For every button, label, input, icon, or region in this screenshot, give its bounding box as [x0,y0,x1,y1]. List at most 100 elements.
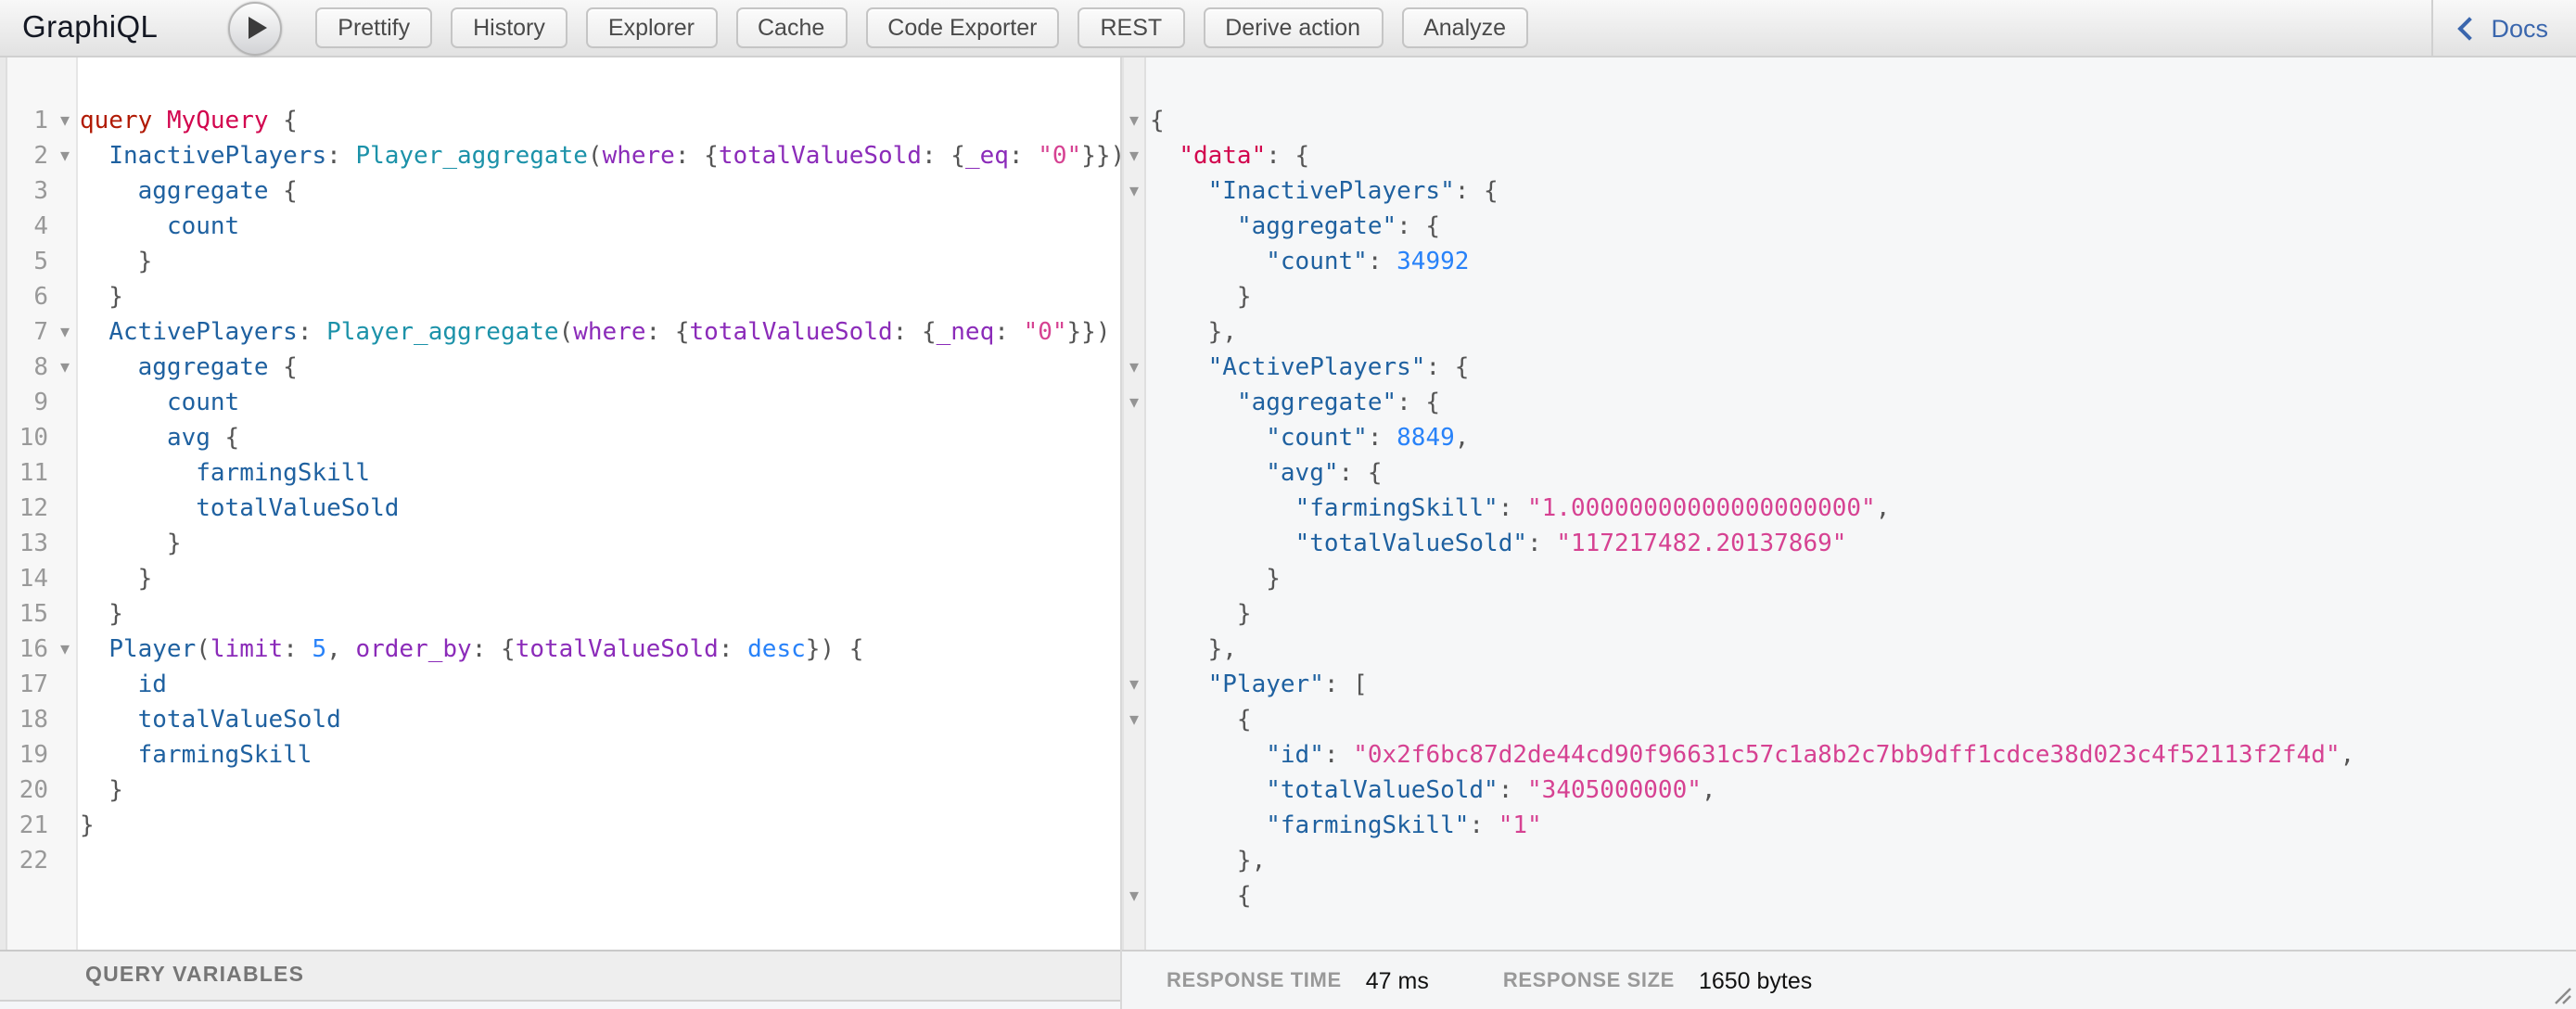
code-line: ▾ "Player": [ [1122,668,2576,703]
code-text: "data": { [1146,139,1309,174]
code-text: "farmingSkill": "1" [1146,809,1542,844]
fold-arrow-icon[interactable]: ▾ [1122,139,1146,174]
code-line: "avg": { [1122,456,2576,492]
fold-arrow-icon[interactable]: ▾ [1122,104,1146,139]
fold-gutter-spacer [1122,738,1146,773]
code-text: } [76,562,152,597]
response-time-label: RESPONSE TIME [1167,969,1342,991]
code-text: "totalValueSold": "117217482.20137869" [1146,527,1846,562]
code-text: aggregate { [76,351,298,386]
code-line: ▾ { [1122,703,2576,738]
code-text [76,844,80,879]
code-text: "farmingSkill": "1.00000000000000000000"… [1146,492,1890,527]
toolbar-button-prettify[interactable]: Prettify [315,7,432,48]
code-line: } [1122,597,2576,632]
toolbar-button-derive-action[interactable]: Derive action [1203,7,1383,48]
code-text: { [1146,703,1252,738]
fold-gutter-spacer [54,456,76,492]
docs-label: Docs [2491,14,2548,42]
code-line: "totalValueSold": "3405000000", [1122,773,2576,809]
code-line: 16▾ Player(limit: 5, order_by: {totalVal… [0,632,1120,668]
line-number: 9 [0,386,54,421]
fold-arrow-icon[interactable]: ▾ [1122,879,1146,914]
fold-arrow-icon[interactable]: ▾ [1122,703,1146,738]
fold-gutter-spacer [54,527,76,562]
fold-gutter-spacer [1122,456,1146,492]
response-size-label: RESPONSE SIZE [1503,969,1675,991]
code-text: Player(limit: 5, order_by: {totalValueSo… [76,632,863,668]
fold-gutter-spacer [1122,844,1146,879]
line-number: 14 [0,562,54,597]
query-variables-editor[interactable] [0,1000,1120,1009]
graphiql-app: GraphiQL Prettify History Explorer Cache Cod… [0,0,2576,1009]
fold-arrow-icon[interactable]: ▾ [54,351,76,386]
response-time-value: 47 ms [1366,967,1429,993]
code-line: }, [1122,315,2576,351]
query-pane: 1▾query MyQuery {2▾ InactivePlayers: Pla… [0,57,1122,1009]
fold-gutter-spacer [54,773,76,809]
line-number: 6 [0,280,54,315]
fold-gutter-spacer [54,386,76,421]
resize-grip-icon[interactable] [2552,985,2572,1005]
code-line: 5 } [0,245,1120,280]
code-line: "id": "0x2f6bc87d2de44cd90f96631c57c1a8b… [1122,738,2576,773]
toolbar-button-code-exporter[interactable]: Code Exporter [865,7,1059,48]
toolbar-button-explorer[interactable]: Explorer [586,7,717,48]
query-variables-title: QUERY VARIABLES [85,964,304,987]
code-text: "InactivePlayers": { [1146,174,1498,210]
fold-arrow-icon[interactable]: ▾ [1122,668,1146,703]
code-line: "count": 34992 [1122,245,2576,280]
code-text: ActivePlayers: Player_aggregate(where: {… [76,315,1111,351]
code-text: avg { [76,421,239,456]
query-variables-header[interactable]: QUERY VARIABLES [0,950,1120,1000]
line-number: 20 [0,773,54,809]
code-text: InactivePlayers: Player_aggregate(where:… [76,139,1120,174]
toolbar-button-history[interactable]: History [451,7,567,48]
code-text: } [76,773,123,809]
code-text: id [76,668,167,703]
fold-gutter-spacer [54,245,76,280]
fold-gutter-spacer [1122,773,1146,809]
fold-gutter-spacer [1122,492,1146,527]
fold-arrow-icon[interactable]: ▾ [54,315,76,351]
code-text: totalValueSold [76,703,341,738]
line-number: 17 [0,668,54,703]
execute-button[interactable] [228,1,282,55]
code-text: "avg": { [1146,456,1383,492]
code-line: 10 avg { [0,421,1120,456]
code-line: 3 aggregate { [0,174,1120,210]
toolbar-button-rest[interactable]: REST [1078,7,1185,48]
fold-gutter-spacer [54,668,76,703]
docs-toggle[interactable]: Docs [2431,0,2576,56]
fold-gutter-spacer [54,809,76,844]
fold-arrow-icon[interactable]: ▾ [1122,351,1146,386]
code-text: } [1146,597,1252,632]
fold-gutter-spacer [54,421,76,456]
query-editor[interactable]: 1▾query MyQuery {2▾ InactivePlayers: Pla… [0,57,1120,950]
toolbar-button-analyze[interactable]: Analyze [1401,7,1528,48]
fold-arrow-icon[interactable]: ▾ [54,104,76,139]
code-text: } [76,527,182,562]
code-line: 11 farmingSkill [0,456,1120,492]
fold-gutter-spacer [54,597,76,632]
fold-arrow-icon[interactable]: ▾ [1122,174,1146,210]
toolbar-button-cache[interactable]: Cache [735,7,847,48]
code-text: } [76,809,95,844]
fold-arrow-icon[interactable]: ▾ [1122,386,1146,421]
line-number: 19 [0,738,54,773]
code-line: 13 } [0,527,1120,562]
fold-gutter-spacer [54,738,76,773]
line-number: 4 [0,210,54,245]
line-number: 13 [0,527,54,562]
code-line: } [1122,562,2576,597]
line-number: 5 [0,245,54,280]
code-text: "aggregate": { [1146,386,1440,421]
code-text: "totalValueSold": "3405000000", [1146,773,1716,809]
fold-arrow-icon[interactable]: ▾ [54,139,76,174]
code-line: }, [1122,632,2576,668]
code-line: 21} [0,809,1120,844]
fold-arrow-icon[interactable]: ▾ [54,632,76,668]
code-text: } [76,245,152,280]
app-logo: GraphiQL [22,10,158,45]
code-line: 7▾ ActivePlayers: Player_aggregate(where… [0,315,1120,351]
